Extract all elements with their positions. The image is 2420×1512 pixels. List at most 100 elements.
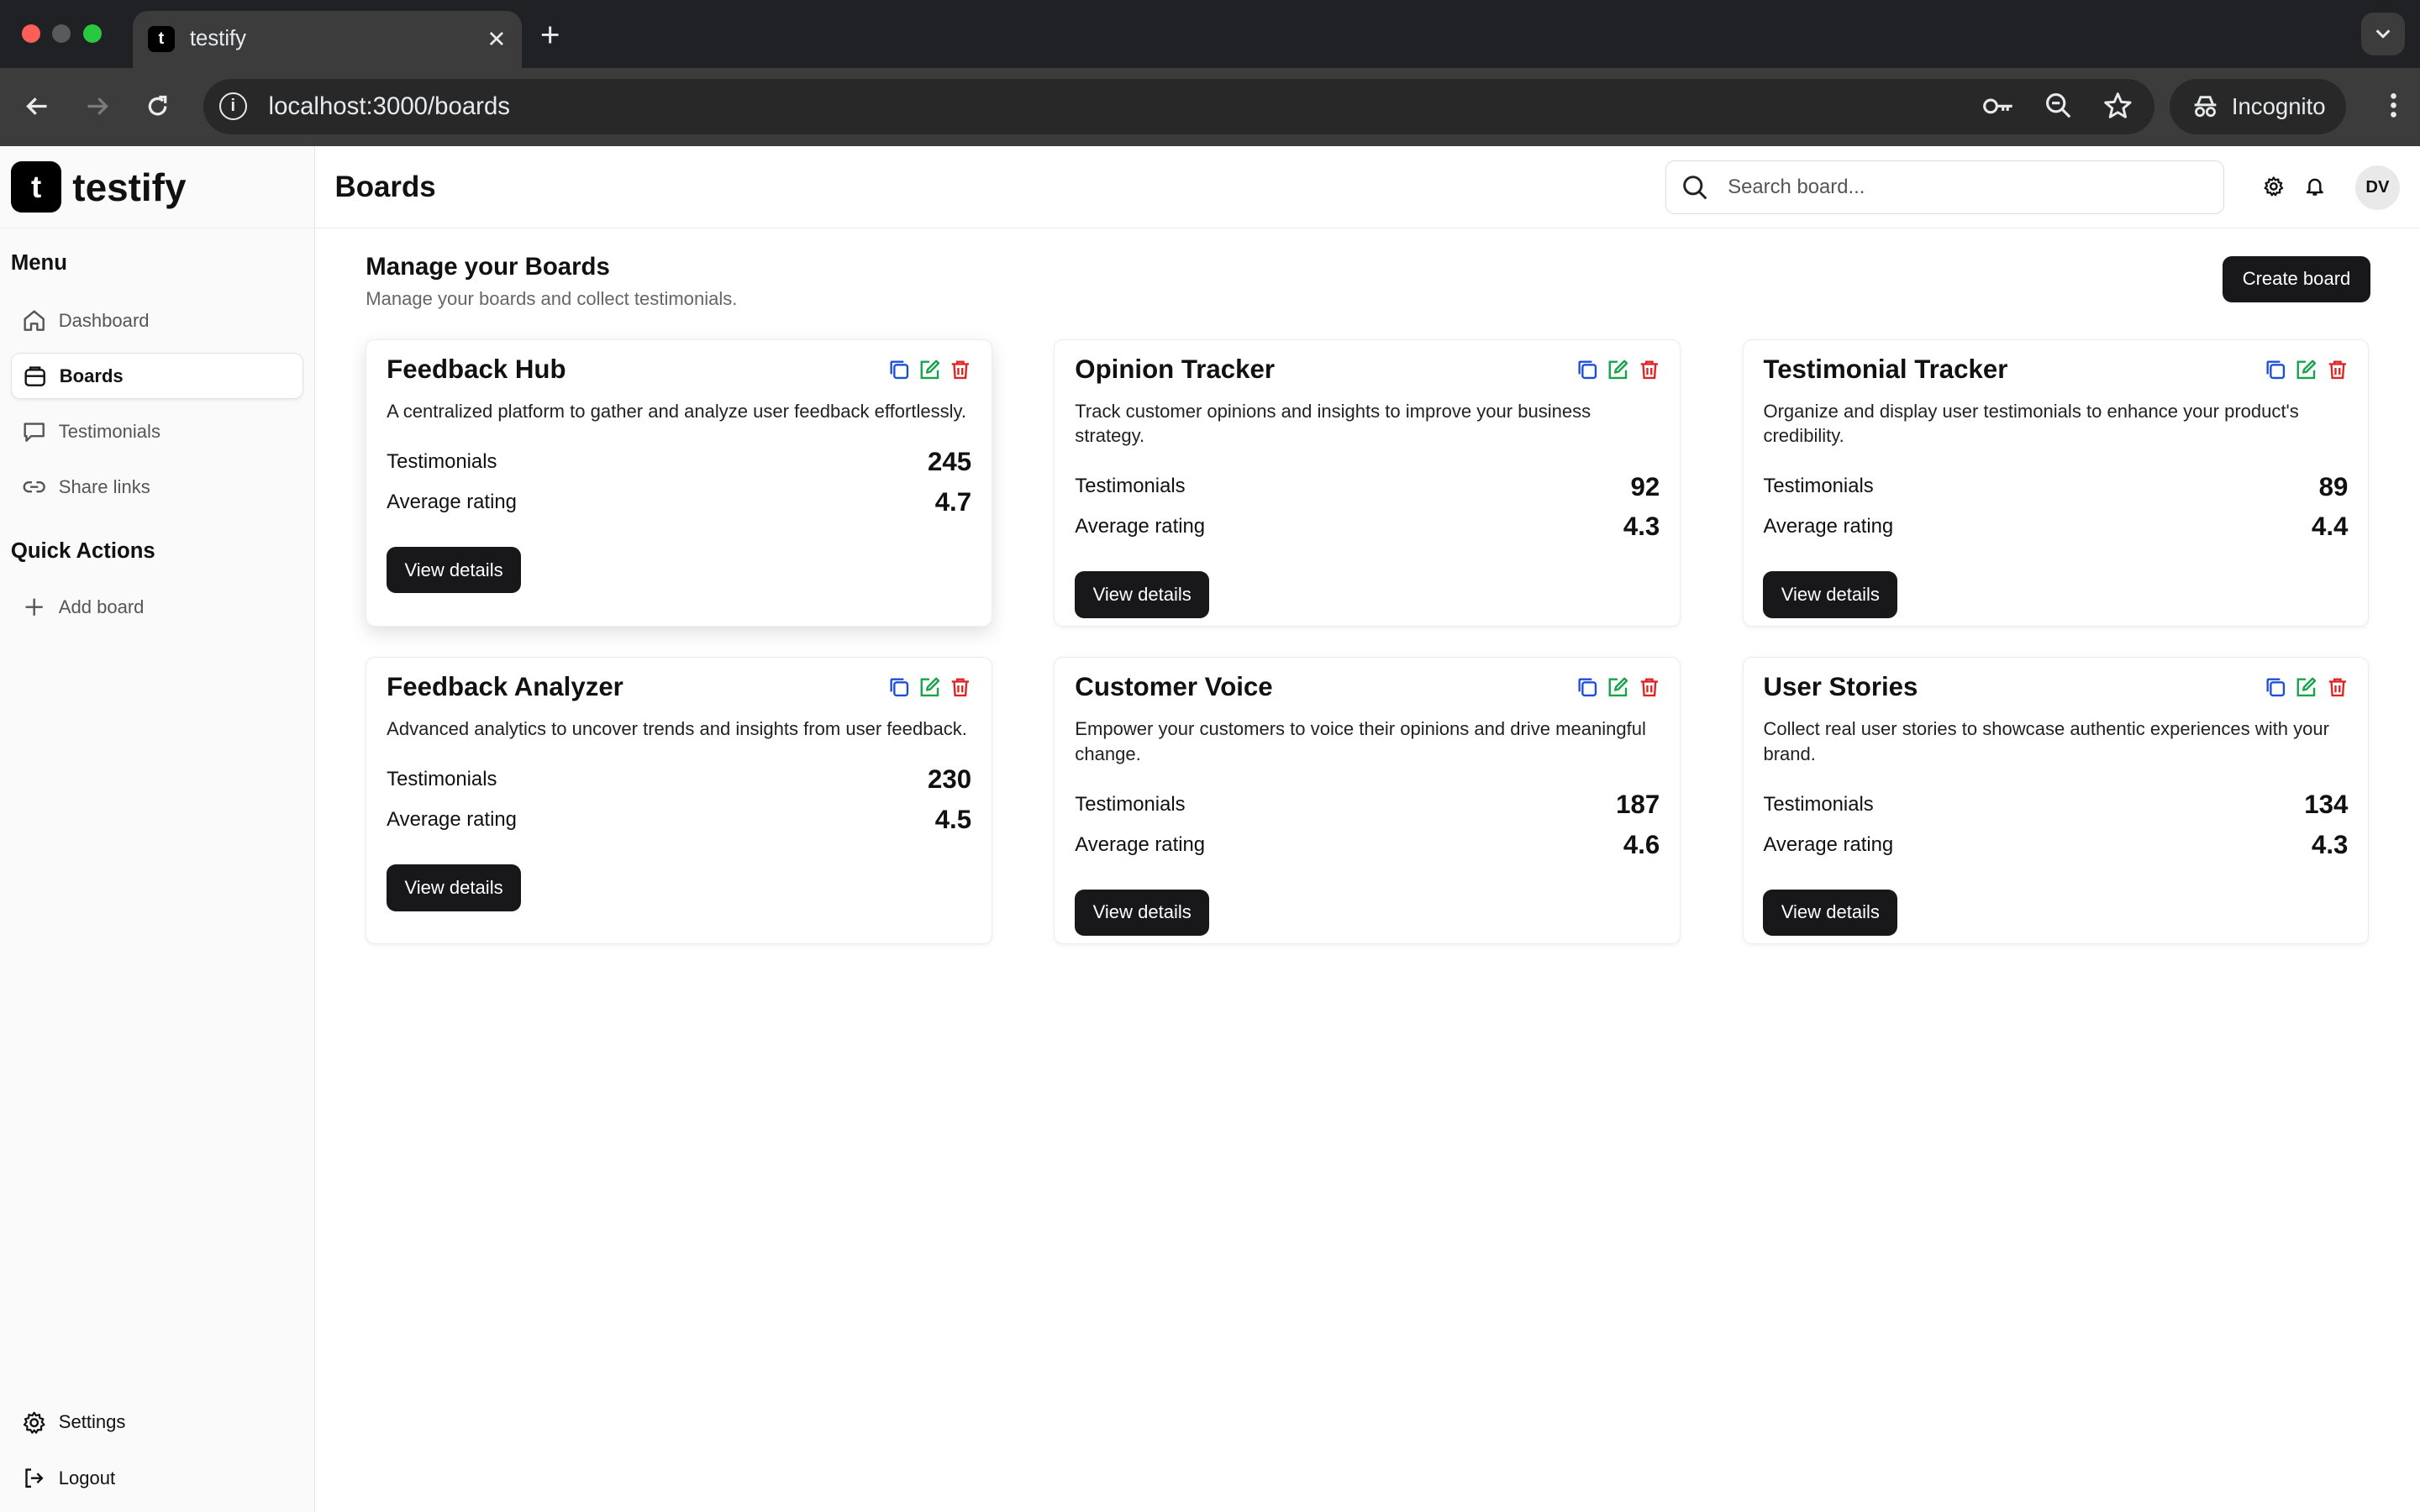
browser-menu-icon[interactable]	[2389, 90, 2398, 128]
edit-icon[interactable]	[919, 676, 941, 698]
add-board-button[interactable]: Add board	[11, 584, 303, 630]
new-tab-icon[interactable]: +	[540, 15, 560, 55]
home-icon	[24, 310, 45, 331]
rating-label: Average rating	[1763, 832, 1894, 856]
create-board-button[interactable]: Create board	[2222, 255, 2371, 302]
view-details-button[interactable]: View details	[1075, 571, 1210, 618]
bell-icon[interactable]	[2304, 176, 2326, 197]
edit-icon[interactable]	[1607, 359, 1629, 381]
copy-icon[interactable]	[2265, 359, 2286, 381]
sidebar-item-testimonials[interactable]: Testimonials	[11, 408, 303, 454]
board-title: Opinion Tracker	[1075, 354, 1275, 384]
testimonials-count: 92	[1630, 471, 1660, 501]
logout-icon	[25, 1468, 44, 1488]
minimize-window-button[interactable]	[52, 24, 71, 44]
board-title: Testimonial Tracker	[1763, 354, 2008, 384]
incognito-badge[interactable]: Incognito	[2170, 78, 2346, 134]
sidebar-item-boards[interactable]: Boards	[10, 353, 303, 400]
main-area: Boards DV Manage your Boards Manage your…	[314, 146, 2420, 1512]
forward-icon[interactable]	[79, 88, 116, 125]
brand[interactable]: t testify	[0, 146, 314, 228]
browser-toolbar: i localhost:3000/boards Incognito	[0, 67, 2420, 147]
zoom-icon[interactable]	[2044, 91, 2075, 122]
back-icon[interactable]	[18, 88, 55, 125]
board-card: Testimonial Tracker Organize and display…	[1742, 339, 2370, 627]
url-text[interactable]: localhost:3000/boards	[269, 92, 510, 121]
sidebar-item-label: Dashboard	[58, 309, 150, 331]
copy-icon[interactable]	[888, 676, 910, 698]
tab-search-icon[interactable]	[2361, 12, 2405, 56]
delete-icon[interactable]	[1639, 676, 1660, 698]
board-description: A centralized platform to gather and ana…	[387, 400, 967, 422]
gear-icon[interactable]	[2263, 176, 2285, 197]
settings-label: Settings	[58, 1411, 126, 1433]
edit-icon[interactable]	[1607, 676, 1629, 698]
message-icon	[24, 423, 45, 443]
close-window-button[interactable]	[21, 24, 40, 44]
edit-icon[interactable]	[2296, 359, 2317, 381]
sidebar: t testify Menu Dashboard Boards Testimon…	[0, 146, 315, 1512]
page-title: Boards	[334, 170, 436, 203]
board-card: Customer Voice Empower your customers to…	[1054, 657, 1681, 945]
copy-icon[interactable]	[2265, 676, 2286, 698]
window-controls	[21, 24, 103, 44]
testimonials-count: 134	[2304, 789, 2349, 819]
board-card: Feedback Hub A centralized platform to g…	[366, 339, 992, 627]
menu-title: Menu	[10, 251, 67, 276]
password-key-icon[interactable]	[1981, 91, 2015, 122]
avatar[interactable]: DV	[2354, 165, 2401, 210]
sidebar-item-dashboard[interactable]: Dashboard	[11, 297, 303, 344]
delete-icon[interactable]	[950, 359, 971, 381]
average-rating: 4.6	[1623, 829, 1660, 859]
delete-icon[interactable]	[2327, 676, 2349, 698]
delete-icon[interactable]	[1639, 359, 1660, 381]
bookmark-star-icon[interactable]	[2102, 91, 2133, 122]
rating-label: Average rating	[387, 808, 517, 832]
link-icon	[23, 481, 45, 493]
delete-icon[interactable]	[950, 676, 971, 698]
copy-icon[interactable]	[1576, 676, 1598, 698]
content: Manage your Boards Manage your boards an…	[315, 228, 2420, 310]
rating-label: Average rating	[1075, 515, 1206, 538]
view-details-button[interactable]: View details	[1763, 889, 1898, 936]
search-box[interactable]	[1665, 160, 2224, 215]
app-root: t testify Menu Dashboard Boards Testimon…	[0, 146, 2420, 1512]
view-details-button[interactable]: View details	[1763, 571, 1898, 618]
tab-close-icon[interactable]: ✕	[487, 26, 506, 53]
view-details-button[interactable]: View details	[387, 547, 521, 594]
edit-icon[interactable]	[919, 359, 941, 381]
view-details-button[interactable]: View details	[1075, 889, 1210, 936]
testimonials-label: Testimonials	[387, 450, 497, 474]
search-input[interactable]	[1728, 176, 2191, 200]
rating-label: Average rating	[1763, 515, 1894, 538]
plus-icon	[25, 598, 43, 616]
rating-label: Average rating	[1075, 832, 1206, 856]
brand-name: testify	[72, 165, 187, 209]
reload-icon[interactable]	[139, 88, 176, 125]
board-title: Feedback Hub	[387, 354, 566, 384]
copy-icon[interactable]	[888, 359, 910, 381]
sidebar-bottom: Settings Logout	[0, 1394, 314, 1505]
address-bar[interactable]: i localhost:3000/boards	[203, 78, 2155, 134]
delete-icon[interactable]	[2327, 359, 2349, 381]
board-description: Empower your customers to voice their op…	[1075, 718, 1646, 764]
testimonials-count: 89	[2318, 471, 2349, 501]
average-rating: 4.7	[934, 486, 972, 517]
board-description: Track customer opinions and insights to …	[1075, 400, 1591, 447]
view-details-button[interactable]: View details	[387, 864, 521, 911]
testimonials-label: Testimonials	[387, 768, 497, 791]
rating-label: Average rating	[387, 490, 517, 513]
browser-tab[interactable]: t testify ✕	[132, 10, 522, 68]
settings-button[interactable]: Settings	[11, 1394, 303, 1450]
site-info-icon[interactable]: i	[218, 92, 247, 121]
search-icon	[1683, 175, 1707, 200]
section-title: Manage your Boards	[366, 253, 610, 281]
quick-actions-title: Quick Actions	[10, 539, 155, 564]
tab-title: testify	[189, 27, 247, 51]
logout-button[interactable]: Logout	[11, 1451, 303, 1506]
copy-icon[interactable]	[1576, 359, 1598, 381]
sidebar-item-share-links[interactable]: Share links	[11, 464, 303, 510]
maximize-window-button[interactable]	[83, 24, 103, 44]
testimonials-label: Testimonials	[1075, 792, 1186, 816]
edit-icon[interactable]	[2296, 676, 2317, 698]
